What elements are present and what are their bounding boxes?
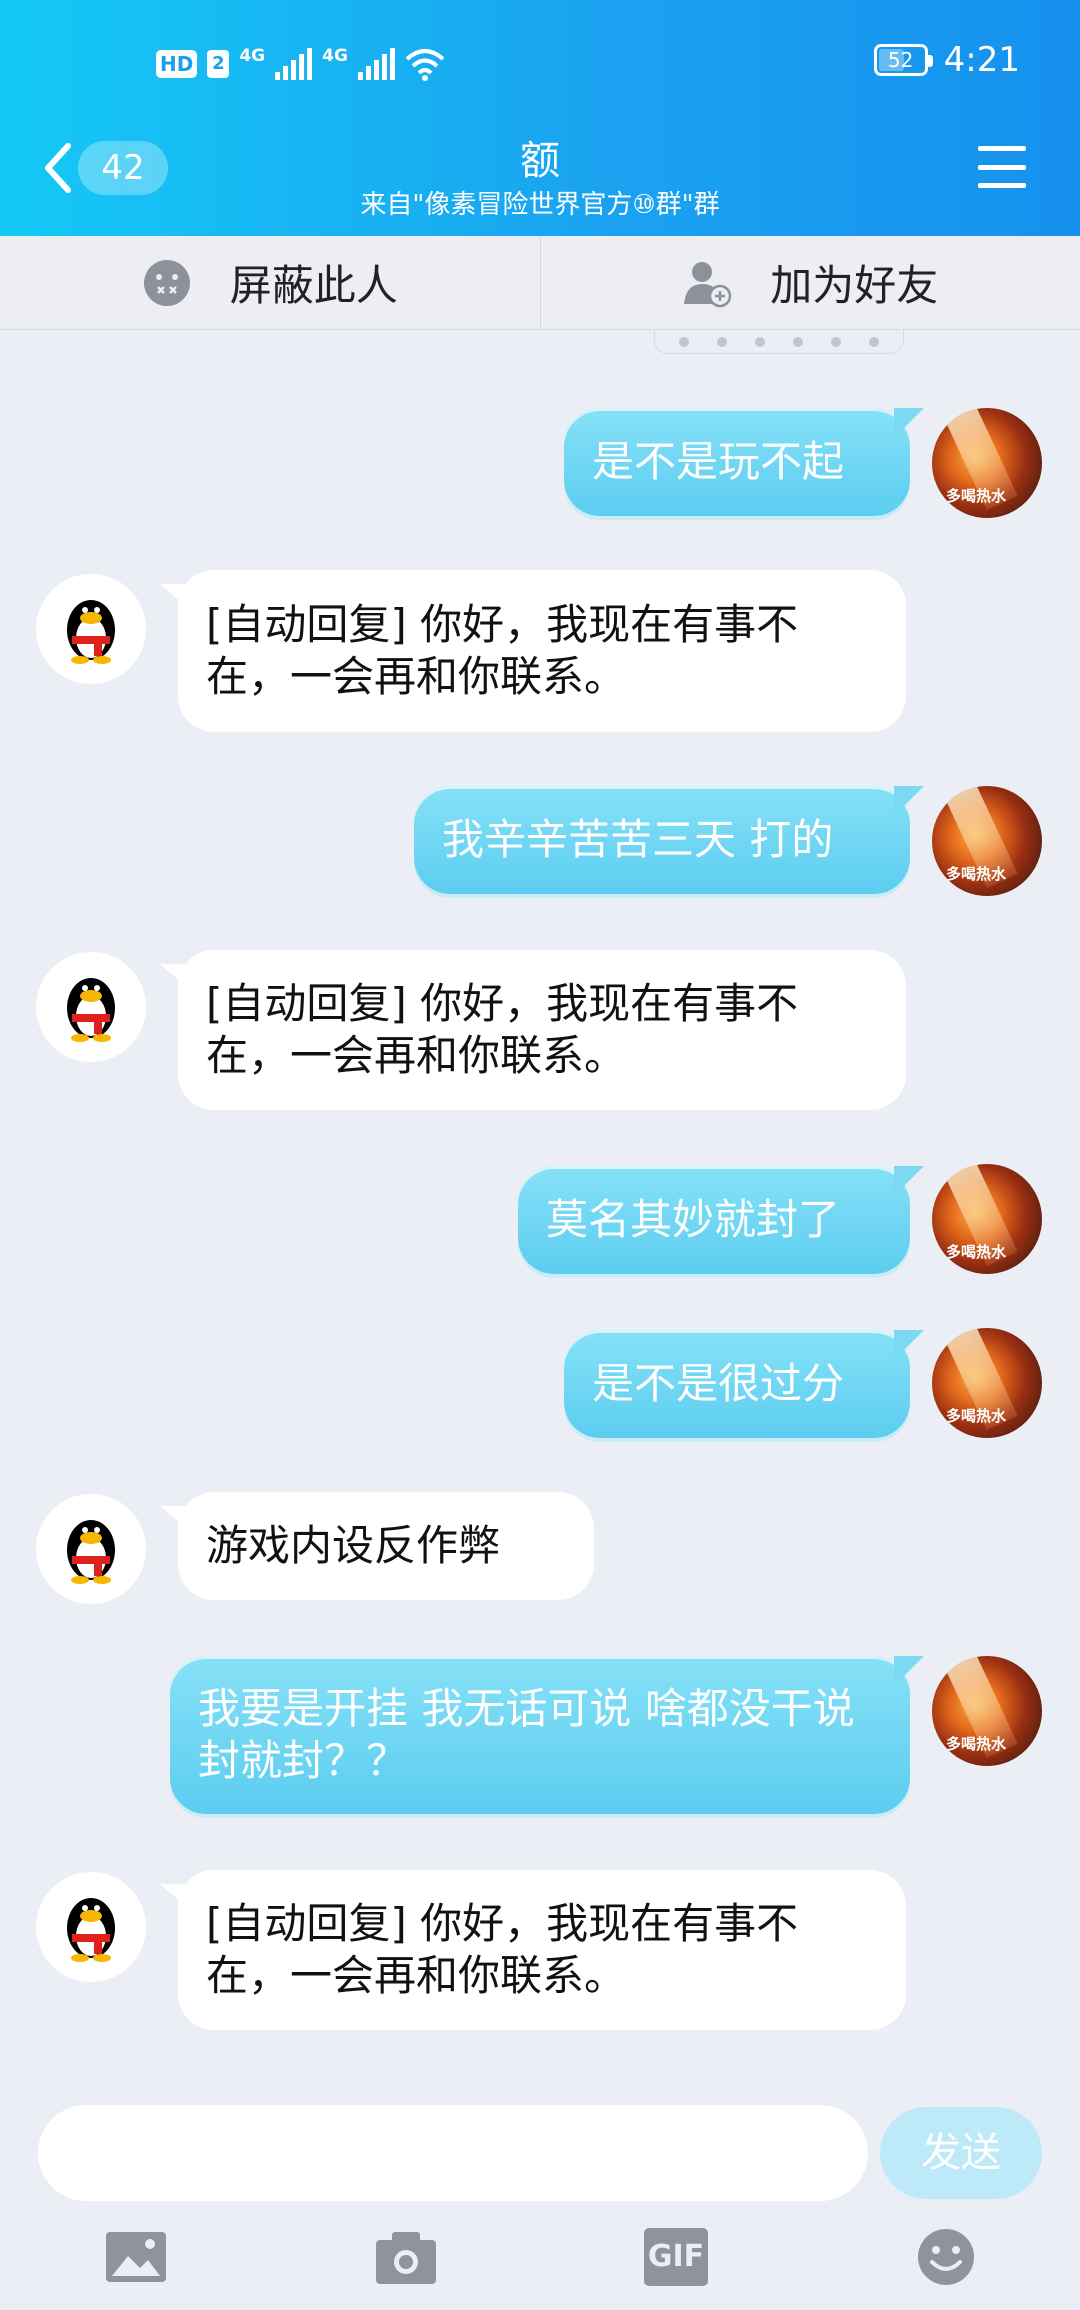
message-bubble-received[interactable]: 游戏内设反作弊	[160, 1492, 594, 1600]
bottom-toolbar: GIF	[0, 2220, 1080, 2310]
menu-icon[interactable]	[978, 146, 1026, 188]
message-bubble-received[interactable]: [自动回复] 你好，我现在有事不在，一会再和你联系。	[160, 570, 906, 732]
block-user-button[interactable]: 屏蔽此人	[0, 236, 541, 329]
chat-header: HD 2 4G 4G 52 4:21 42 额 来自"像素冒险世界官方⑩群"群	[0, 0, 1080, 236]
block-face-icon	[143, 259, 190, 306]
my-avatar[interactable]: 多喝热水	[932, 408, 1042, 518]
camera-icon[interactable]	[374, 2228, 438, 2286]
message-bubble-sent[interactable]: 我辛辛苦苦三天 打的	[414, 786, 924, 894]
image-icon[interactable]	[104, 2228, 168, 2286]
my-avatar[interactable]: 多喝热水	[932, 1328, 1042, 1438]
network-type-2: 4G	[322, 46, 348, 66]
chat-subtitle: 来自"像素冒险世界官方⑩群"群	[360, 190, 720, 220]
message-bubble-sent[interactable]: 是不是很过分	[564, 1330, 924, 1438]
message-bubble-sent[interactable]: 我要是开挂 我无话可说 啥都没干说封就封？？	[170, 1656, 924, 1814]
add-friend-label: 加为好友	[770, 261, 939, 310]
send-button[interactable]: 发送	[880, 2107, 1042, 2199]
message-bubble-sent[interactable]: 莫名其妙就封了	[518, 1166, 924, 1274]
penguin-avatar-icon[interactable]	[36, 1872, 146, 1982]
emoji-icon[interactable]	[914, 2228, 978, 2286]
battery-icon: 52	[873, 44, 933, 76]
status-bar-right: 52 4:21	[873, 40, 1020, 80]
penguin-avatar-icon[interactable]	[36, 574, 146, 684]
penguin-avatar-icon[interactable]	[36, 952, 146, 1062]
message-bubble-received[interactable]: [自动回复] 你好，我现在有事不在，一会再和你联系。	[160, 950, 906, 1110]
block-user-label: 屏蔽此人	[229, 261, 398, 310]
signal-icon-1	[275, 48, 313, 80]
message-input[interactable]	[38, 2105, 868, 2201]
penguin-avatar-icon[interactable]	[36, 1494, 146, 1604]
add-friend-button[interactable]: 加为好友	[541, 236, 1080, 329]
stranger-action-bar: 屏蔽此人 加为好友	[0, 236, 1080, 330]
signal-icon-2	[357, 48, 395, 80]
my-avatar[interactable]: 多喝热水	[932, 1656, 1042, 1766]
message-bubble-received[interactable]: [自动回复] 你好，我现在有事不在，一会再和你联系。	[160, 1870, 906, 2030]
gif-icon[interactable]: GIF	[644, 2228, 708, 2286]
battery-level: 52	[887, 48, 914, 72]
hd-icon: HD	[156, 50, 198, 78]
my-avatar[interactable]: 多喝热水	[932, 786, 1042, 896]
network-type-1: 4G	[239, 46, 266, 66]
message-bubble-sent[interactable]: 是不是玩不起	[564, 408, 924, 516]
wifi-icon	[405, 49, 445, 81]
clock: 4:21	[943, 40, 1020, 80]
add-friend-icon	[684, 261, 732, 307]
my-avatar[interactable]: 多喝热水	[932, 1164, 1042, 1274]
collapsed-panel-tab[interactable]	[654, 330, 904, 354]
chat-title: 额	[520, 138, 560, 184]
status-bar-left: HD 2 4G 4G	[156, 44, 445, 84]
sim-indicator: 2	[207, 50, 230, 78]
